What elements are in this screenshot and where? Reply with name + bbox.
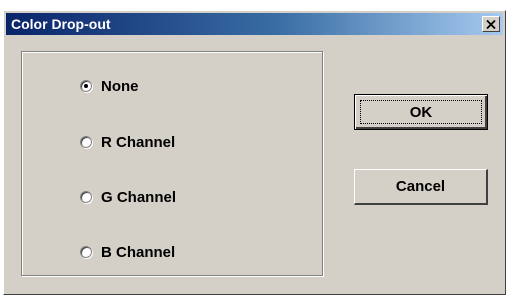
close-icon bbox=[486, 19, 496, 29]
radio-circle[interactable] bbox=[80, 136, 92, 148]
ok-button-label: OK bbox=[409, 103, 433, 121]
cancel-button[interactable]: Cancel bbox=[354, 169, 488, 205]
radio-label-none: None bbox=[101, 77, 139, 95]
radio-r-channel[interactable]: R Channel bbox=[80, 132, 175, 152]
close-button[interactable] bbox=[482, 16, 500, 32]
radio-selected-dot bbox=[84, 84, 88, 88]
channel-group-box: None R Channel G Channel B Channel bbox=[21, 51, 323, 276]
cancel-button-label: Cancel bbox=[395, 178, 446, 195]
window-title: Color Drop-out bbox=[11, 16, 111, 32]
title-bar[interactable]: Color Drop-out bbox=[6, 13, 503, 35]
radio-label-b-channel: B Channel bbox=[101, 243, 176, 261]
radio-none[interactable]: None bbox=[80, 76, 139, 96]
radio-label-r-channel: R Channel bbox=[101, 133, 176, 151]
dialog-window: Color Drop-out None R Channel G Channel … bbox=[3, 10, 506, 295]
radio-circle[interactable] bbox=[80, 191, 92, 203]
radio-label-g-channel: G Channel bbox=[101, 188, 177, 206]
radio-circle[interactable] bbox=[80, 246, 92, 258]
radio-circle[interactable] bbox=[80, 80, 92, 92]
ok-button[interactable]: OK bbox=[354, 94, 488, 130]
radio-g-channel[interactable]: G Channel bbox=[80, 187, 176, 207]
radio-b-channel[interactable]: B Channel bbox=[80, 242, 175, 262]
